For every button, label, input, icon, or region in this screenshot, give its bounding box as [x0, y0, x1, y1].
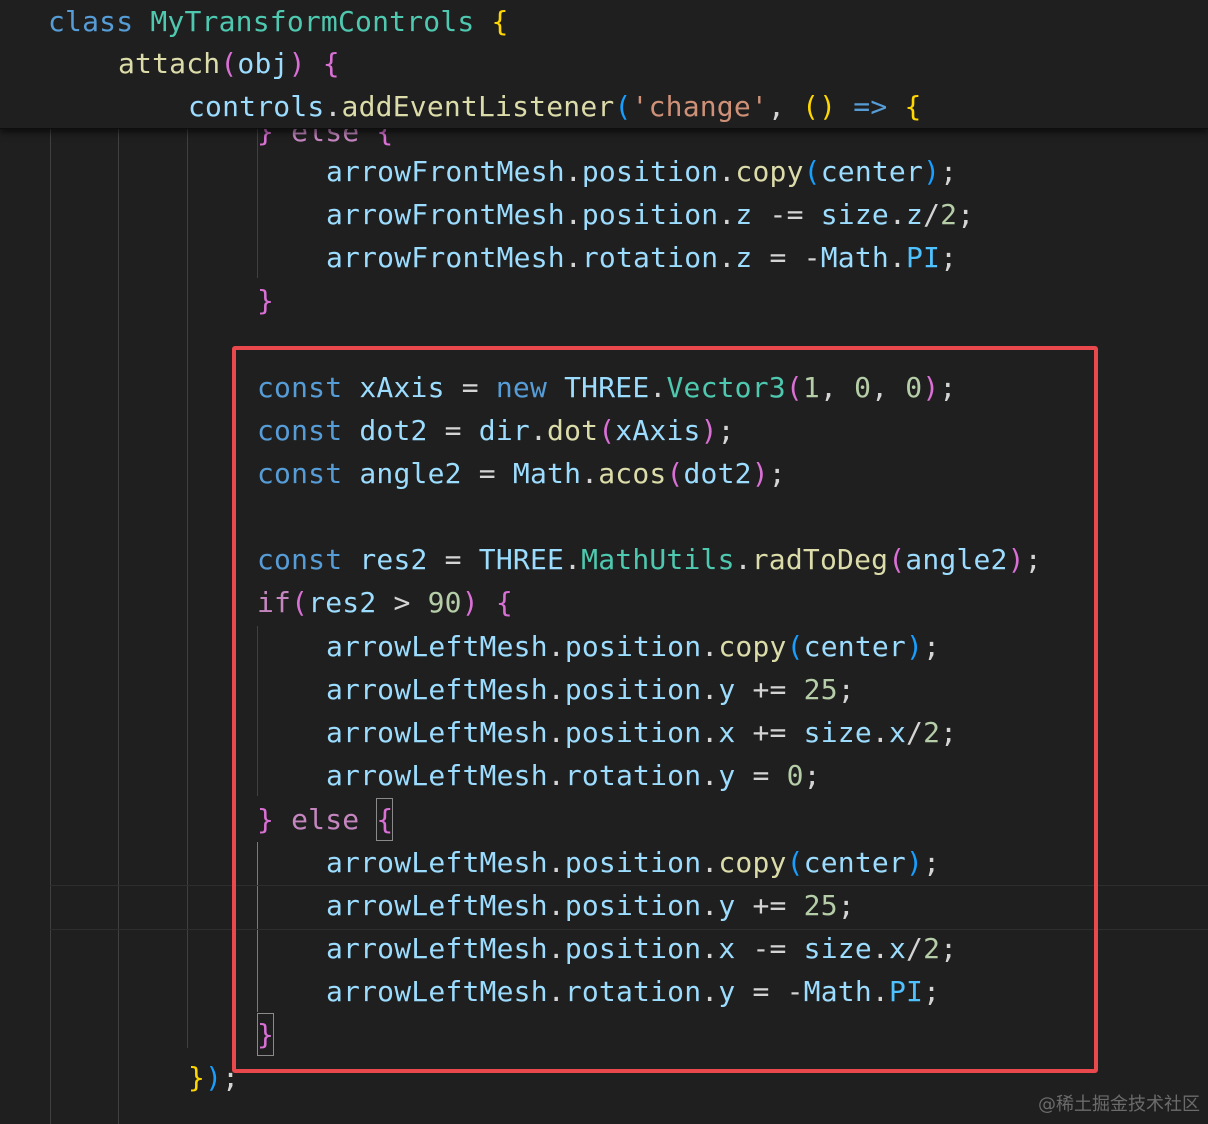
sticky-scroll-header[interactable]: class MyTransformControls {attach(obj) {…	[0, 0, 1208, 129]
code-token: arrowFrontMesh	[326, 241, 565, 274]
code-token: = -	[752, 241, 821, 274]
code-token: z	[735, 241, 753, 274]
code-token: arrowFrontMesh	[326, 198, 565, 231]
watermark: @稀土掘金技术社区	[1038, 1094, 1200, 1115]
code-token: copy	[735, 155, 804, 188]
code-token: arrowFrontMesh	[326, 155, 565, 188]
highlight-annotation-box	[232, 346, 1098, 1073]
code-line[interactable]: arrowFrontMesh.rotation.z = -Math.PI;	[326, 236, 957, 279]
code-token: rotation	[581, 241, 719, 274]
code-token: attach	[118, 47, 221, 80]
code-token: -=	[752, 198, 821, 231]
code-token: .	[718, 155, 736, 188]
code-token: .	[888, 198, 906, 231]
sticky-scroll-line[interactable]: attach(obj) {	[118, 42, 340, 85]
code-line[interactable]: arrowFrontMesh.position.copy(center);	[326, 150, 957, 193]
code-token: )	[923, 155, 941, 188]
code-token: size	[820, 198, 889, 231]
indent-guide	[118, 128, 119, 1124]
code-token: class	[48, 5, 134, 38]
code-token: 2	[940, 198, 958, 231]
code-token: .	[564, 155, 582, 188]
code-editor[interactable]: } else {arrowFrontMesh.position.copy(cen…	[0, 0, 1208, 1124]
code-line[interactable]: }	[257, 279, 274, 322]
code-token: obj	[237, 47, 289, 80]
code-token: .	[564, 241, 582, 274]
code-token: =>	[853, 90, 888, 123]
code-token: ;	[940, 155, 958, 188]
code-token: MyTransformControls	[150, 5, 475, 38]
code-token: .	[324, 90, 342, 123]
code-token: (	[614, 90, 632, 123]
code-token: {	[491, 5, 509, 38]
code-token: .	[888, 241, 906, 274]
code-line[interactable]: arrowFrontMesh.position.z -= size.z/2;	[326, 193, 974, 236]
code-token: {	[322, 47, 340, 80]
indent-guide	[50, 128, 51, 1124]
code-token: Math	[820, 241, 889, 274]
code-token: center	[820, 155, 924, 188]
code-token: }	[257, 284, 275, 317]
code-token: z	[735, 198, 753, 231]
code-token: )	[288, 47, 306, 80]
code-token: (	[220, 47, 238, 80]
code-token: addEventListener	[341, 90, 615, 123]
code-token: ,	[767, 90, 803, 123]
code-token: z	[906, 198, 924, 231]
code-token: ;	[940, 241, 958, 274]
code-token: .	[718, 241, 736, 274]
sticky-scroll-line[interactable]: class MyTransformControls {	[48, 0, 509, 43]
code-token: .	[564, 198, 582, 231]
code-token: /	[923, 198, 941, 231]
code-token: ()	[802, 90, 837, 123]
code-token: }	[188, 1061, 206, 1094]
code-token: (	[803, 155, 821, 188]
code-token: position	[581, 155, 719, 188]
sticky-scroll-line[interactable]: controls.addEventListener('change', () =…	[188, 85, 922, 128]
code-token: 'change'	[631, 90, 768, 123]
code-token: {	[904, 90, 922, 123]
code-token: controls	[188, 90, 325, 123]
code-token: position	[581, 198, 719, 231]
code-token: )	[205, 1061, 223, 1094]
code-token: PI	[906, 241, 941, 274]
code-token: ;	[957, 198, 975, 231]
code-token: .	[718, 198, 736, 231]
